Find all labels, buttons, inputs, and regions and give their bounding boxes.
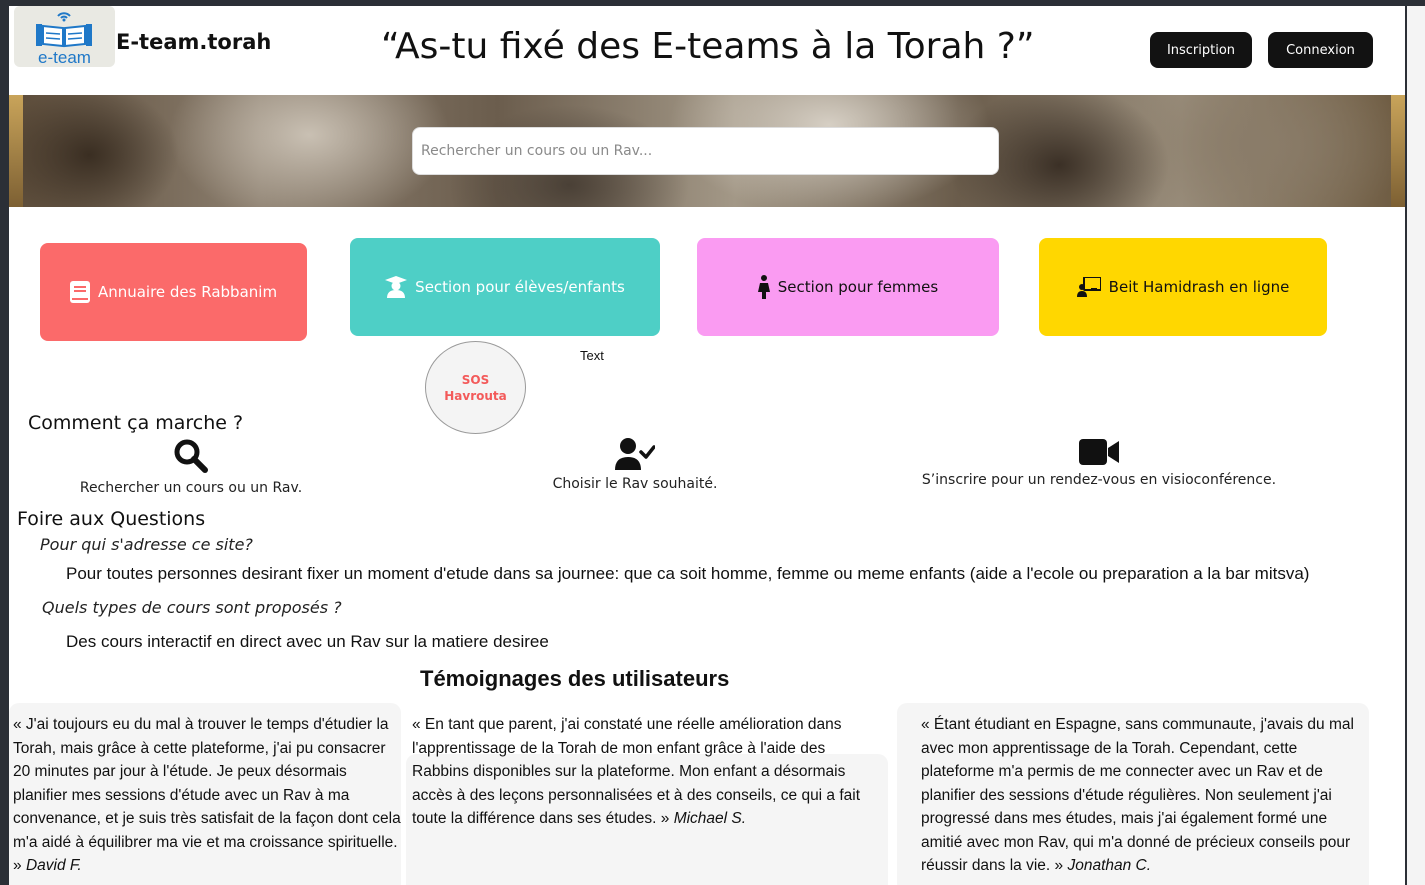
book-icon bbox=[69, 281, 90, 303]
sos-label: SOS bbox=[461, 372, 490, 387]
rabbanim-directory-button[interactable]: Annuaire des Rabbanim bbox=[40, 243, 307, 341]
testimonial-content: « En tant que parent, j'ai constaté une … bbox=[412, 713, 882, 831]
testimonial-text: « J'ai toujours eu du mal à trouver le t… bbox=[13, 716, 401, 874]
how-it-works-title: Comment ça marche ? bbox=[28, 412, 244, 434]
connexion-button[interactable]: Connexion bbox=[1268, 32, 1373, 68]
category-label: Beit Hamidrash en ligne bbox=[1108, 278, 1290, 296]
faq-answer: Pour toutes personnes desirant fixer un … bbox=[66, 564, 1310, 583]
category-label: Section pour élèves/enfants bbox=[415, 278, 625, 296]
video-icon bbox=[1079, 439, 1119, 465]
logo-text: e-team bbox=[38, 48, 91, 67]
graduate-icon bbox=[385, 276, 408, 298]
frame-decoration bbox=[9, 95, 23, 207]
search-icon bbox=[174, 439, 208, 473]
user-check-icon bbox=[615, 438, 655, 470]
how-step-visioconference: S’inscrire pour un rendez-vous en visioc… bbox=[889, 438, 1309, 488]
how-step-search: Rechercher un cours ou un Rav. bbox=[66, 438, 316, 496]
chalkboard-teacher-icon bbox=[1076, 277, 1101, 297]
how-step-choose-rav: Choisir le Rav souhaité. bbox=[535, 438, 735, 492]
search-input[interactable] bbox=[413, 128, 998, 174]
category-label: Annuaire des Rabbanim bbox=[97, 283, 278, 301]
page-scrollbar[interactable] bbox=[1405, 6, 1425, 885]
havrouta-label: Havrouta bbox=[444, 388, 507, 403]
testimonial-author: Michael S. bbox=[673, 810, 747, 827]
testimonial-card: « J'ai toujours eu du mal à trouver le t… bbox=[9, 703, 401, 885]
step-label: Choisir le Rav souhaité. bbox=[552, 476, 718, 492]
search-bar[interactable] bbox=[412, 127, 999, 175]
site-logo[interactable]: e-team bbox=[14, 6, 115, 67]
testimonial-text: « Étant étudiant en Espagne, sans commun… bbox=[921, 716, 1354, 874]
site-name[interactable]: E-team.torah bbox=[116, 30, 271, 54]
scrollbar-edge bbox=[1405, 6, 1407, 885]
step-label: S’inscrire pour un rendez-vous en visioc… bbox=[921, 472, 1277, 488]
women-section-button[interactable]: Section pour femmes bbox=[697, 238, 999, 336]
faq-answer: Des cours interactif en direct avec un R… bbox=[66, 632, 549, 651]
online-beit-hamidrash-button[interactable]: Beit Hamidrash en ligne bbox=[1039, 238, 1327, 336]
page-headline: “As-tu fixé des E-teams à la Torah ?” bbox=[381, 26, 1035, 67]
testimonial-card: « Étant étudiant en Espagne, sans commun… bbox=[897, 703, 1369, 885]
inscription-button[interactable]: Inscription bbox=[1150, 32, 1252, 68]
page: e-team E-team.torah “As-tu fixé des E-te… bbox=[9, 6, 1405, 885]
step-label: Rechercher un cours ou un Rav. bbox=[79, 480, 303, 496]
text-placeholder: Text bbox=[580, 348, 604, 363]
testimonial-text: « En tant que parent, j'ai constaté une … bbox=[412, 716, 861, 827]
frame-decoration bbox=[1391, 95, 1405, 207]
woman-icon bbox=[757, 275, 770, 299]
testimonials-title: Témoignages des utilisateurs bbox=[420, 666, 730, 691]
testimonial-author: Jonathan C. bbox=[1067, 857, 1152, 874]
faq-title: Foire aux Questions bbox=[17, 508, 206, 530]
category-label: Section pour femmes bbox=[777, 278, 939, 296]
testimonial-author: David F. bbox=[25, 857, 82, 874]
faq-question: Quels types de cours sont proposés ? bbox=[42, 598, 342, 617]
book-wifi-logo-icon bbox=[36, 12, 92, 48]
hero-banner bbox=[9, 95, 1405, 207]
sos-havrouta-button[interactable]: SOS Havrouta bbox=[425, 341, 526, 434]
students-children-section-button[interactable]: Section pour élèves/enfants bbox=[350, 238, 660, 336]
faq-question: Pour qui s'adresse ce site? bbox=[40, 535, 253, 554]
